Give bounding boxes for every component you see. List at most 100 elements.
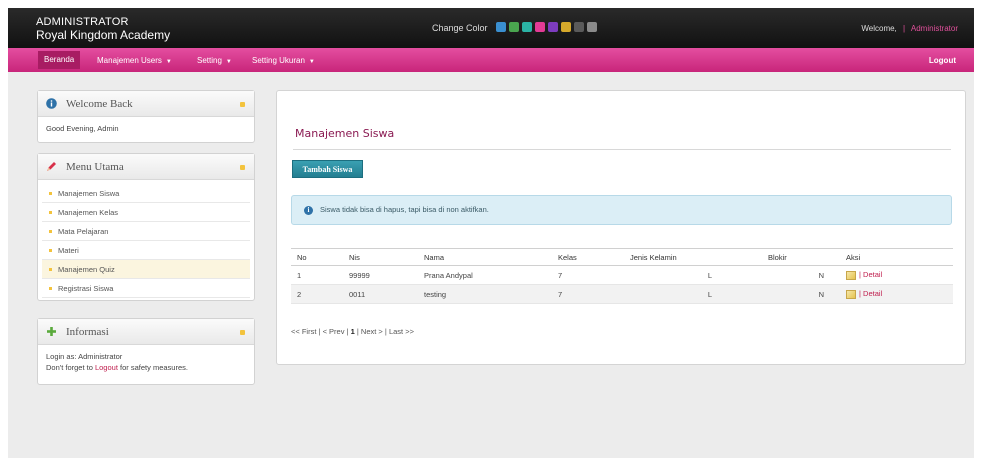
- cell-nis: 99999: [343, 265, 418, 285]
- panel-header: Menu Utama: [38, 154, 254, 180]
- menu-item-manajemen-quiz[interactable]: Manajemen Quiz: [42, 260, 250, 279]
- color-swatch-8[interactable]: [587, 22, 597, 32]
- col-nama: Nama: [418, 248, 552, 266]
- brand-school: Royal Kingdom Academy: [36, 28, 171, 42]
- col-nis: Nis: [343, 248, 418, 266]
- info-body: Login as: Administrator Don't forget to …: [38, 345, 254, 379]
- menu-item-materi[interactable]: Materi: [42, 241, 250, 260]
- col-no: No: [291, 248, 343, 266]
- plus-icon: [46, 326, 57, 337]
- cell-nis: 0011: [343, 284, 418, 304]
- color-swatch-6[interactable]: [561, 22, 571, 32]
- menu-panel: Menu Utama Manajemen Siswa Manajemen Kel…: [37, 153, 255, 301]
- welcome-panel: Welcome Back Good Evening, Admin: [37, 90, 255, 143]
- menu-item-manajemen-siswa[interactable]: Manajemen Siswa: [42, 184, 250, 203]
- pager-first[interactable]: << First: [291, 327, 316, 336]
- cell-blokir: N: [762, 284, 840, 304]
- panel-title: Menu Utama: [66, 161, 124, 173]
- pagination: << First | < Prev | 1 | Next > | Last >>: [291, 327, 414, 336]
- login-info: Login as: Administrator: [46, 351, 246, 362]
- menu-item-manajemen-kelas[interactable]: Manajemen Kelas: [42, 203, 250, 222]
- nav-setting[interactable]: Setting ▼: [197, 56, 232, 65]
- nav-label: Setting Ukuran: [252, 56, 305, 65]
- pager-separator: |: [356, 327, 359, 336]
- color-swatch-3[interactable]: [522, 22, 532, 32]
- edit-icon[interactable]: [846, 289, 856, 299]
- col-blokir: Blokir: [762, 248, 840, 266]
- col-kelas: Kelas: [552, 248, 624, 266]
- nav-beranda[interactable]: Beranda: [38, 51, 81, 69]
- color-swatch-7[interactable]: [574, 22, 584, 32]
- logout-link[interactable]: Logout: [95, 363, 118, 372]
- cell-jenis-kelamin: L: [624, 265, 762, 285]
- panel-title: Welcome Back: [66, 98, 133, 110]
- color-swatch-2[interactable]: [509, 22, 519, 32]
- notice-text: Siswa tidak bisa di hapus, tapi bisa di …: [320, 205, 489, 214]
- login-user: Administrator: [78, 352, 123, 361]
- panel-header: Welcome Back: [38, 91, 254, 117]
- panel-header: Informasi: [38, 319, 254, 345]
- edit-icon[interactable]: [846, 270, 856, 280]
- chevron-down-icon: ▼: [308, 59, 315, 65]
- login-prefix: Login as:: [46, 352, 77, 361]
- change-color-label: Change Color: [432, 23, 488, 33]
- color-swatch-5[interactable]: [548, 22, 558, 32]
- logout-reminder: Don't forget to Logout for safety measur…: [46, 362, 246, 373]
- nav-bar: Beranda Manajemen Users ▼ Setting ▼ Settin…: [8, 48, 974, 72]
- nav-setting-ukuran[interactable]: Setting Ukuran ▼: [252, 56, 315, 65]
- cell-aksi: | Detail: [840, 265, 953, 285]
- pager-current: 1: [350, 327, 355, 336]
- detail-link[interactable]: | Detail: [859, 270, 882, 279]
- nav-label: Manajemen Users: [97, 56, 162, 65]
- user-link[interactable]: Administrator: [911, 24, 958, 33]
- pager-last[interactable]: Last >>: [389, 327, 414, 336]
- greeting-text: Good Evening, Admin: [46, 124, 119, 133]
- table-row: 1 99999 Prana Andypal 7 L N | Detail: [291, 265, 953, 285]
- col-aksi: Aksi: [840, 248, 953, 266]
- pager-prev[interactable]: < Prev: [323, 327, 345, 336]
- menu-item-mata-pelajaran[interactable]: Mata Pelajaran: [42, 222, 250, 241]
- app-frame: ADMINISTRATOR Royal Kingdom Academy Chan…: [8, 8, 974, 458]
- add-student-button[interactable]: Tambah Siswa: [292, 160, 363, 178]
- collapse-icon[interactable]: [240, 165, 245, 170]
- cell-no: 2: [291, 284, 343, 304]
- nav-label: Setting: [197, 56, 222, 65]
- detail-link[interactable]: | Detail: [859, 289, 882, 298]
- table-row: 2 0011 testing 7 L N | Detail: [291, 284, 953, 304]
- info-icon: [46, 98, 57, 109]
- pager-next[interactable]: Next >: [361, 327, 383, 336]
- page-title: Manajemen Siswa: [295, 127, 395, 140]
- pager-separator: |: [346, 327, 349, 336]
- cell-nama: testing: [418, 284, 552, 304]
- chevron-down-icon: ▼: [225, 59, 232, 65]
- welcome-label: Welcome,: [861, 24, 897, 33]
- welcome-separator: |: [903, 24, 906, 33]
- welcome-text: Welcome, | Administrator: [861, 24, 958, 33]
- cell-nama: Prana Andypal: [418, 265, 552, 285]
- table-header-row: No Nis Nama Kelas Jenis Kelamin Blokir A…: [291, 248, 953, 266]
- panel-title: Informasi: [66, 326, 109, 338]
- menu-list: Manajemen Siswa Manajemen Kelas Mata Pel…: [38, 180, 254, 298]
- info-icon: i: [304, 206, 313, 215]
- notice-box: i Siswa tidak bisa di hapus, tapi bisa d…: [291, 195, 952, 225]
- cell-no: 1: [291, 265, 343, 285]
- reminder-prefix: Don't forget to: [46, 363, 93, 372]
- nav-manajemen-users[interactable]: Manajemen Users ▼: [97, 56, 172, 65]
- pager-separator: |: [384, 327, 387, 336]
- collapse-icon[interactable]: [240, 102, 245, 107]
- main-content: Manajemen Siswa Tambah Siswa i Siswa tid…: [276, 90, 966, 365]
- reminder-suffix: for safety measures.: [120, 363, 188, 372]
- top-bar: ADMINISTRATOR Royal Kingdom Academy Chan…: [8, 8, 974, 48]
- menu-item-registrasi-siswa[interactable]: Registrasi Siswa: [42, 279, 250, 298]
- informasi-panel: Informasi Login as: Administrator Don't …: [37, 318, 255, 385]
- color-swatch-1[interactable]: [496, 22, 506, 32]
- cell-jenis-kelamin: L: [624, 284, 762, 304]
- cell-kelas: 7: [552, 284, 624, 304]
- logout-button[interactable]: Logout: [929, 56, 956, 65]
- cell-kelas: 7: [552, 265, 624, 285]
- color-swatch-4[interactable]: [535, 22, 545, 32]
- divider: [293, 149, 951, 150]
- students-table: No Nis Nama Kelas Jenis Kelamin Blokir A…: [291, 248, 953, 304]
- collapse-icon[interactable]: [240, 330, 245, 335]
- col-jenis-kelamin: Jenis Kelamin: [624, 248, 762, 266]
